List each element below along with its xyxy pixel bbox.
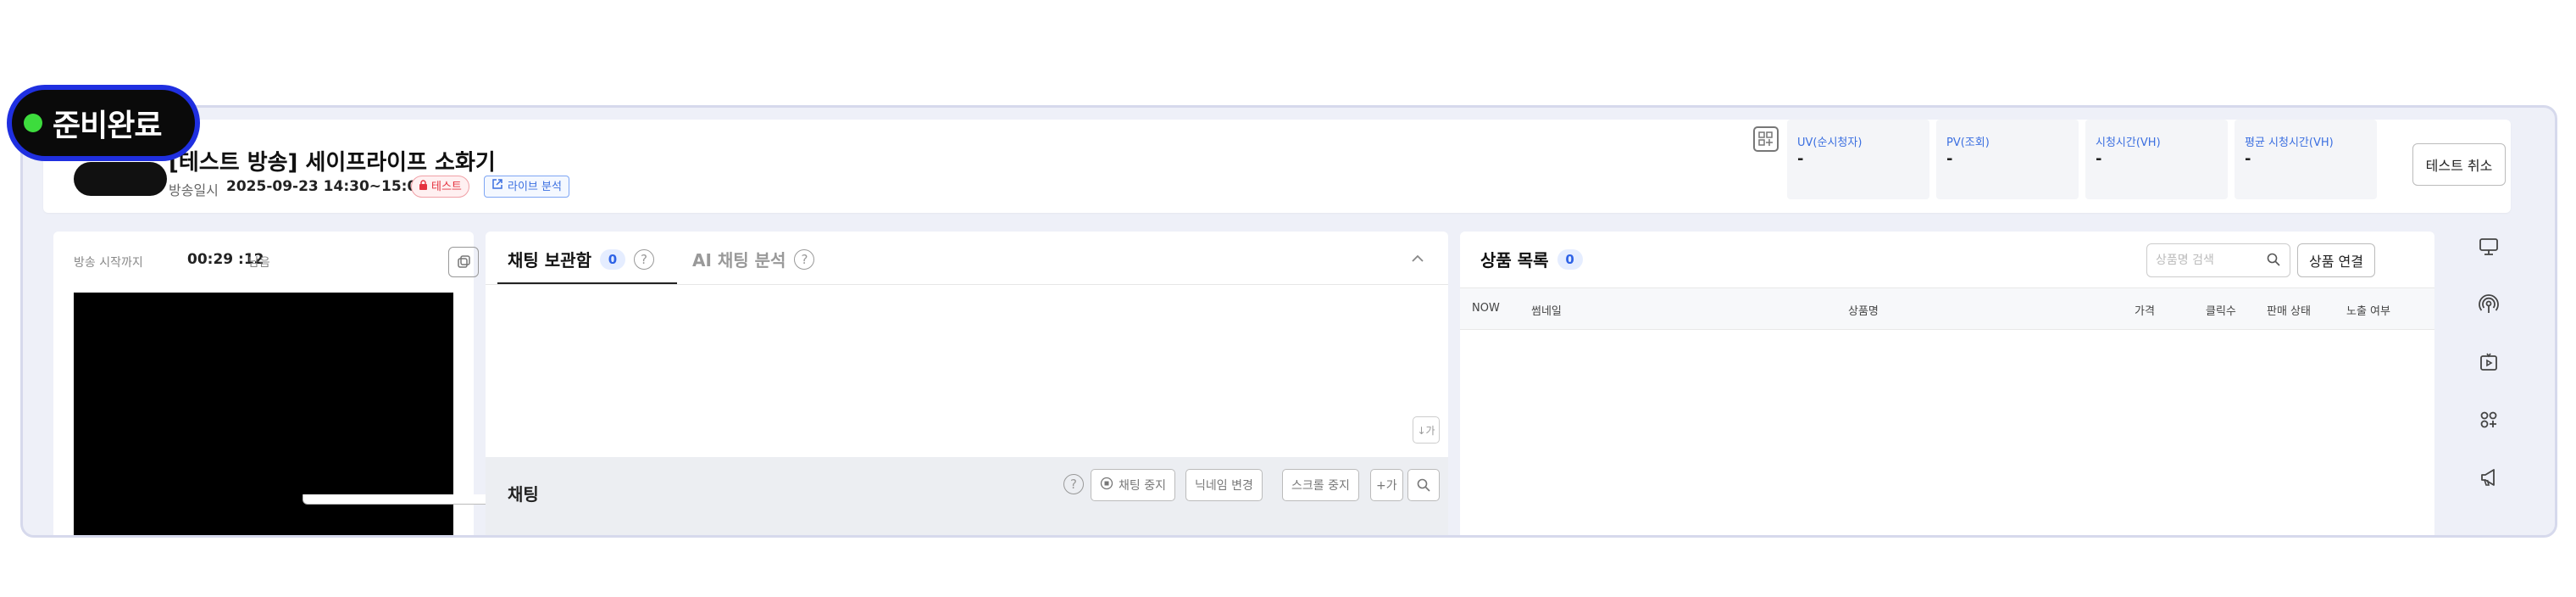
stat-uv: UV(순시청자) - — [1787, 120, 1929, 199]
font-size-button[interactable]: +가 — [1370, 469, 1403, 501]
test-tag: 테스트 — [411, 176, 469, 198]
change-nickname-button[interactable]: 닉네임 변경 — [1185, 469, 1263, 501]
chat-search-button[interactable] — [1407, 469, 1440, 501]
play-tv-icon[interactable] — [2468, 342, 2509, 382]
lock-icon — [419, 177, 428, 197]
help-icon[interactable]: ? — [633, 248, 654, 270]
live-analysis-label: 라이브 분석 — [508, 180, 562, 193]
stat-pv: PV(조회) - — [1936, 120, 2079, 199]
broadcast-icon[interactable] — [2468, 284, 2509, 325]
tab-ai-chat-analysis-label: AI 채팅 분석 — [692, 250, 786, 271]
stat-pv-value: - — [1946, 150, 1953, 168]
stat-watch-time-label: 시청시간(VH) — [2096, 137, 2161, 149]
product-table-header: NOW 썸네일 상품명 가격 클릭수 판매 상태 노출 여부 — [1460, 287, 2434, 330]
monitor-icon[interactable] — [2468, 226, 2509, 267]
test-tag-label: 테스트 — [431, 180, 462, 193]
apps-add-icon[interactable] — [2468, 399, 2509, 440]
broadcast-date-label: 방송일시 — [169, 182, 219, 198]
broadcast-dashboard: [테스트 방송] 세이프라이프 소화기 방송일시 2025-09-23 14:3… — [20, 105, 2557, 538]
stop-chat-label: 채팅 중지 — [1119, 479, 1166, 493]
scroll-to-bottom-button[interactable]: ↓가 — [1413, 416, 1440, 444]
video-panel: 방송 시작까지 00:29 :12 남음 — [53, 232, 479, 535]
stat-avg-watch-time-value: - — [2245, 150, 2251, 168]
stat-uv-label: UV(순시청자) — [1797, 137, 1863, 149]
product-list-header: 상품 목록 0 — [1480, 247, 1583, 271]
stop-chat-button[interactable]: 채팅 중지 — [1091, 469, 1175, 501]
stop-scroll-button[interactable]: 스크롤 중지 — [1282, 469, 1359, 501]
chat-help-icon[interactable]: ? — [1063, 474, 1084, 494]
tab-chat-archive[interactable]: 채팅 보관함 0 ? — [508, 247, 654, 271]
chat-input-area: 채팅 ? 채팅 중지 닉네임 변경 스크롤 중지 +가 — [486, 457, 1448, 535]
external-link-icon — [491, 177, 503, 197]
product-count: 0 — [1557, 248, 1583, 270]
column-header: 가격 — [2135, 305, 2155, 318]
broadcast-date-value: 2025-09-23 14:30~15:00 — [226, 178, 428, 195]
stat-watch-time-value: - — [2096, 150, 2102, 168]
cancel-test-button[interactable]: 테스트 취소 — [2412, 143, 2506, 186]
stat-avg-watch-time-label: 평균 시청시간(VH) — [2245, 137, 2334, 149]
help-icon[interactable]: ? — [794, 248, 815, 270]
tab-chat-archive-label: 채팅 보관함 — [508, 250, 591, 271]
search-icon[interactable] — [2266, 252, 2281, 271]
product-search[interactable] — [2146, 243, 2290, 277]
column-header: 상품명 — [1848, 305, 1879, 318]
stat-avg-watch-time: 평균 시청시간(VH) - — [2235, 120, 2377, 199]
header-status-pill — [74, 162, 167, 196]
stat-uv-value: - — [1797, 150, 1804, 168]
chevron-up-icon[interactable] — [1409, 250, 1426, 267]
chat-divider — [486, 284, 1448, 285]
stop-icon — [1100, 477, 1113, 494]
tab-ai-chat-analysis[interactable]: AI 채팅 분석 ? — [692, 247, 815, 271]
chat-footer-title: 채팅 — [508, 484, 539, 505]
right-tool-rail — [2463, 226, 2514, 535]
stat-pv-label: PV(조회) — [1946, 137, 1990, 149]
status-dot-icon — [24, 114, 42, 132]
broadcast-header: [테스트 방송] 세이프라이프 소화기 방송일시 2025-09-23 14:3… — [43, 120, 2511, 213]
megaphone-icon[interactable] — [2468, 457, 2509, 498]
link-product-button[interactable]: 상품 연결 — [2297, 243, 2375, 277]
product-search-input[interactable] — [2156, 251, 2257, 270]
broadcast-title: [테스트 방송] 세이프라이프 소화기 — [169, 150, 496, 176]
stat-watch-time: 시청시간(VH) - — [2085, 120, 2228, 199]
countdown-label: 방송 시작까지 — [74, 256, 143, 270]
column-header: NOW — [1472, 302, 1500, 315]
column-header: 썸네일 — [1531, 305, 1562, 318]
column-header: 판매 상태 — [2267, 305, 2311, 318]
stats-grid-icon[interactable] — [1753, 126, 1779, 152]
product-list-panel: 상품 목록 0 상품 연결 NOW 썸네일 상품명 가격 클릭수 판매 상태 노… — [1460, 232, 2434, 535]
status-label: 준비완료 — [53, 109, 162, 143]
chat-panel: 채팅 보관함 0 ? AI 채팅 분석 ? ↓가 채팅 ? 채팅 중지 닉네임 … — [486, 232, 1448, 535]
countdown-suffix: 남음 — [248, 256, 270, 270]
chat-archive-count: 0 — [599, 248, 625, 270]
live-analysis-link[interactable]: 라이브 분석 — [484, 176, 569, 198]
copy-icon[interactable] — [448, 247, 479, 277]
column-header: 노출 여부 — [2346, 305, 2390, 318]
status-badge: 준비완료 — [7, 85, 200, 161]
column-header: 클릭수 — [2206, 305, 2236, 318]
product-list-title: 상품 목록 — [1480, 250, 1549, 271]
